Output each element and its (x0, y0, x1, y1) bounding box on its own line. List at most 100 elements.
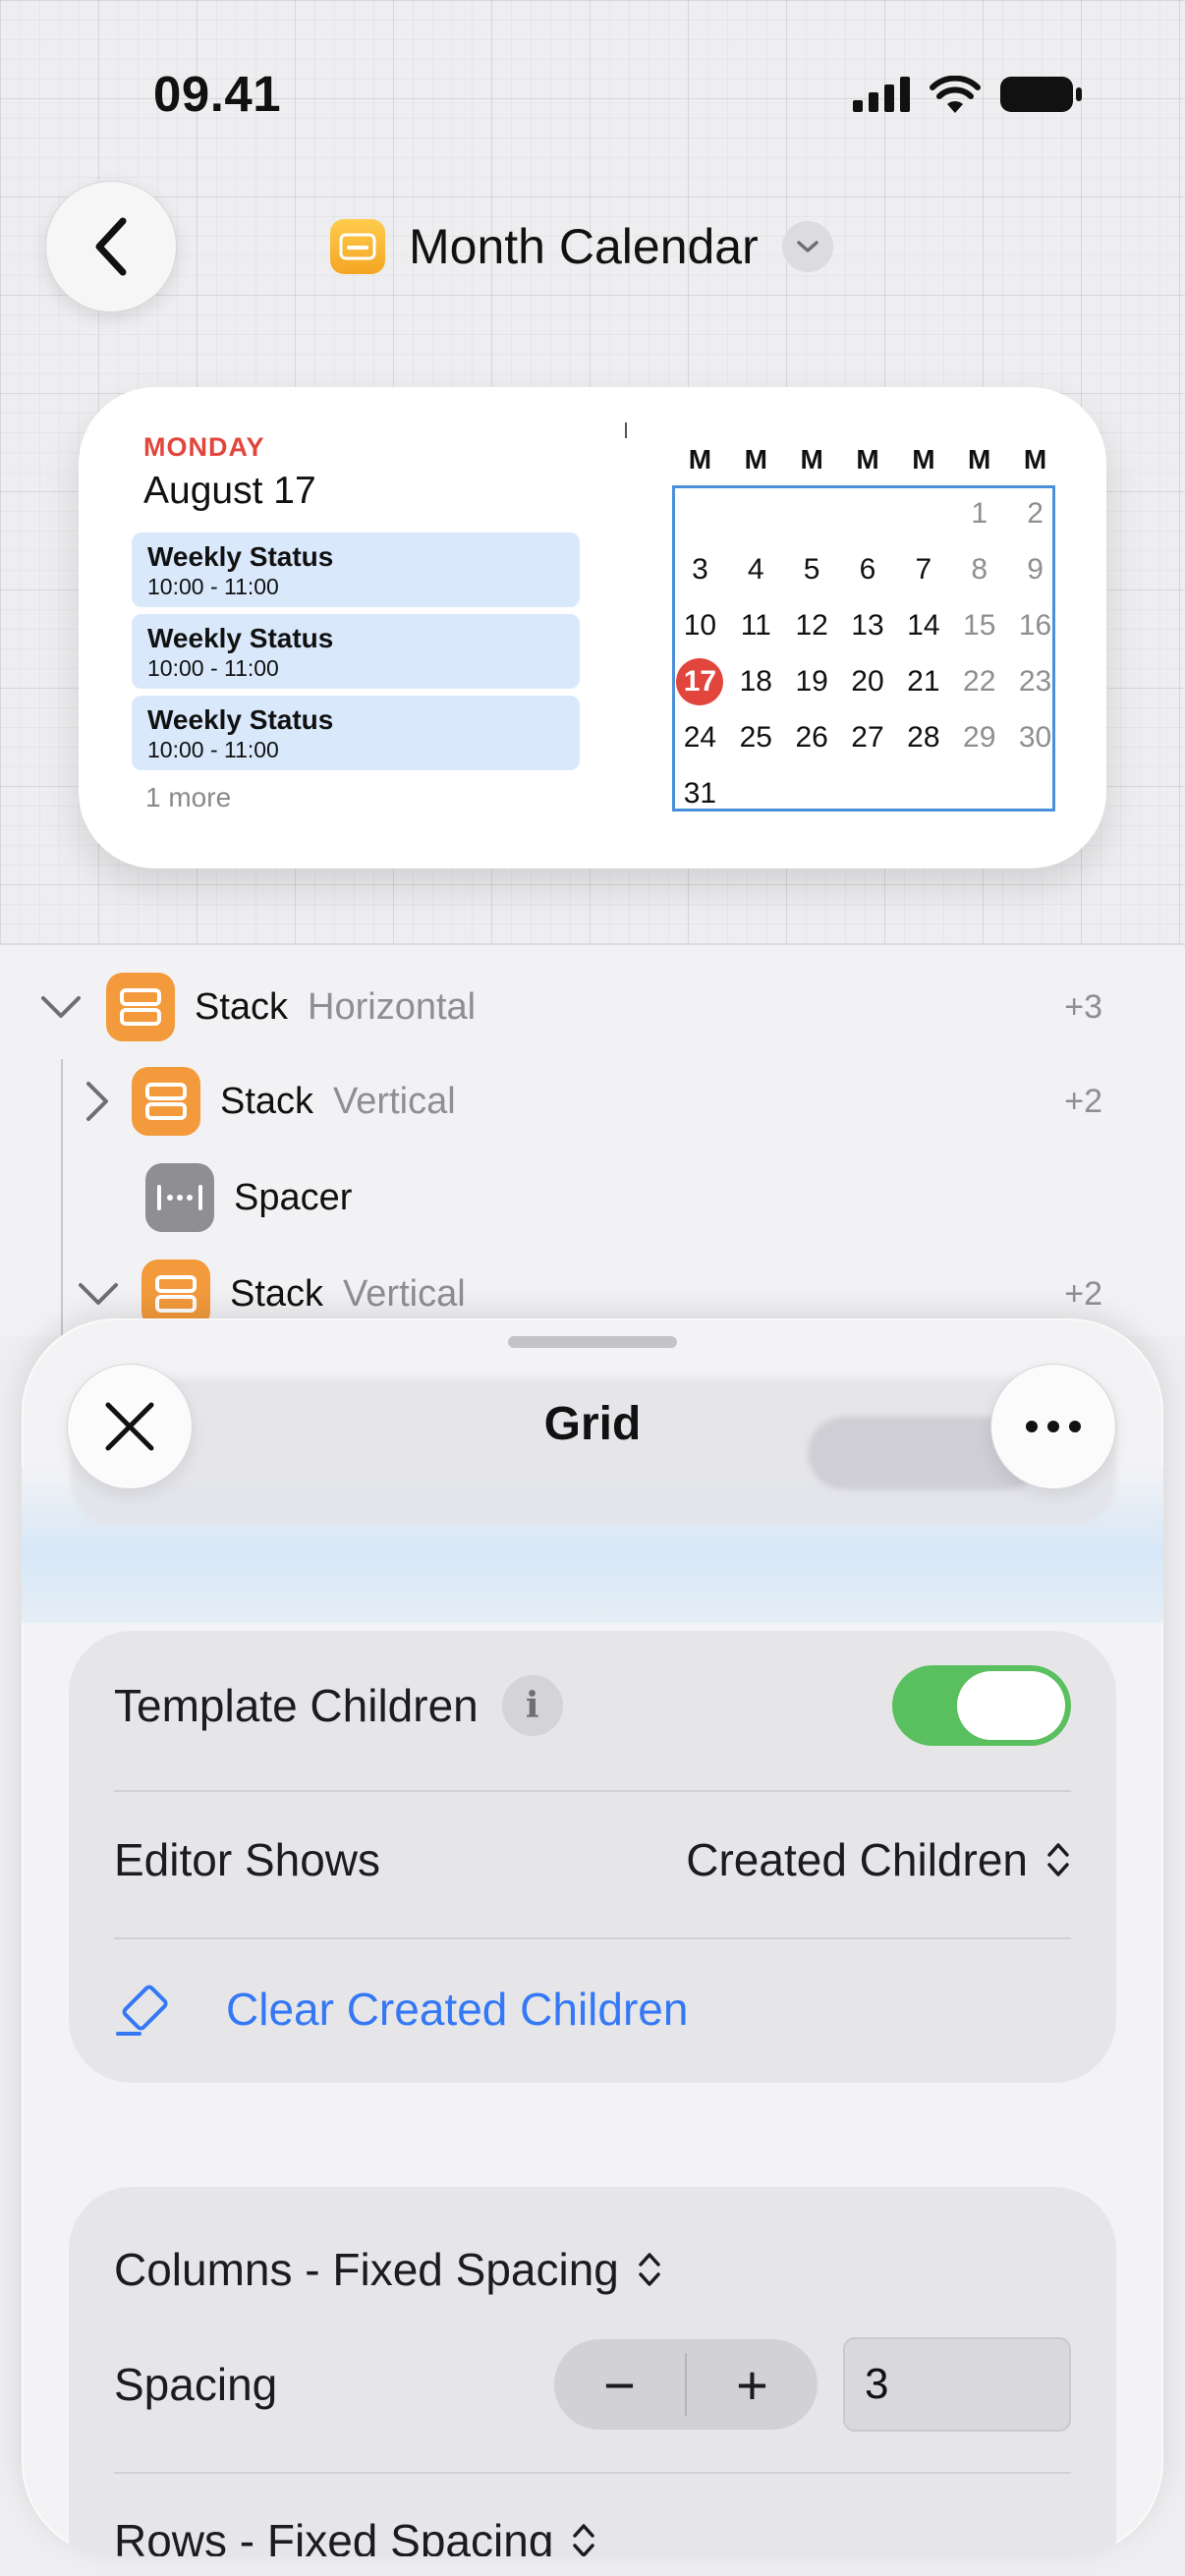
weekday-header: M (968, 444, 991, 475)
template-children-group: Template Children i Editor Shows Created… (69, 1631, 1116, 2083)
back-button[interactable] (45, 181, 177, 312)
tree-item-name: Spacer (234, 1176, 353, 1218)
chevron-left-icon (95, 217, 127, 276)
rows-mode-label: Rows - Fixed Spacing (114, 2515, 554, 2556)
chevron-down-icon[interactable] (75, 1279, 122, 1309)
stack-icon (106, 973, 175, 1041)
calendar-day: 31 (683, 776, 717, 810)
calendar-empty-cell (728, 765, 784, 821)
calendar-widget-preview[interactable]: MONDAY August 17 Weekly Status 10:00 - 1… (79, 387, 1106, 868)
chevron-up-down-icon (573, 2524, 595, 2556)
divider (114, 1790, 1071, 1792)
calendar-day: 17 (672, 653, 728, 709)
wifi-icon (930, 76, 981, 113)
ellipsis-icon (1026, 1421, 1081, 1432)
weekday-header: M (912, 444, 935, 475)
template-children-toggle[interactable] (892, 1665, 1071, 1746)
calendar-empty-cell (895, 485, 951, 541)
calendar-day: 18 (739, 664, 772, 698)
editor-shows-value: Created Children (686, 1834, 1028, 1885)
event-time: 10:00 - 11:00 (147, 574, 279, 599)
calendar-day: 5 (803, 552, 820, 586)
more-options-button[interactable] (990, 1364, 1116, 1489)
grid-spacing-group: Columns - Fixed Spacing Spacing − + 3 Ro… (69, 2187, 1116, 2556)
widget-app-icon (330, 219, 385, 274)
calendar-day: 16 (1018, 608, 1052, 642)
calendar-day: 12 (795, 608, 828, 642)
sheet-grabber[interactable] (508, 1336, 677, 1348)
calendar-empty-cell (728, 485, 784, 541)
divider (114, 2472, 1071, 2474)
spacing-value-field[interactable]: 3 (843, 2337, 1071, 2432)
calendar-day: 19 (795, 664, 828, 698)
calendar-empty-cell (672, 485, 728, 541)
event-title: Weekly Status (147, 623, 334, 653)
chevron-down-icon[interactable] (781, 221, 833, 272)
editor-shows-picker[interactable]: Created Children (686, 1833, 1071, 1886)
calendar-day: 30 (1018, 720, 1052, 754)
stack-icon (132, 1067, 200, 1136)
calendar-day: 8 (971, 552, 988, 586)
eraser-icon (116, 1985, 168, 2036)
calendar-empty-cell (895, 765, 951, 821)
event-card: Weekly Status 10:00 - 11:00 (132, 696, 580, 770)
chevron-right-icon[interactable] (83, 1078, 112, 1125)
event-time: 10:00 - 11:00 (147, 737, 279, 762)
calendar-day: 10 (683, 608, 717, 642)
divider-tick (625, 422, 627, 438)
widget-weekday: MONDAY (143, 432, 265, 462)
calendar-empty-cell (840, 765, 896, 821)
increment-button[interactable]: + (687, 2339, 818, 2430)
calendar-day: 23 (1018, 664, 1052, 698)
rows-mode-picker[interactable]: Rows - Fixed Spacing (114, 2492, 1071, 2556)
month-grid: 1 2 3 4 5 6 7 8 9 10 11 12 13 14 15 16 17 18 19 20 21 22 23 24 2… (672, 485, 1063, 821)
calendar-day: 14 (907, 608, 940, 642)
status-time: 09.41 (153, 66, 282, 122)
chevron-up-down-icon (1047, 1843, 1069, 1876)
spacing-stepper[interactable]: − + (554, 2339, 818, 2430)
decrement-button[interactable]: − (554, 2339, 685, 2430)
calendar-empty-cell (951, 765, 1007, 821)
tree-row-stack-horizontal[interactable]: Stack Horizontal +3 (37, 973, 1148, 1041)
info-icon[interactable]: i (501, 1675, 563, 1736)
tree-item-detail: Vertical (343, 1272, 466, 1315)
grid-inspector-sheet[interactable]: Grid Template Children i Editor Shows Cr… (22, 1318, 1163, 2556)
editor-shows-label: Editor Shows (114, 1834, 381, 1885)
divider (114, 1937, 1071, 1939)
columns-mode-picker[interactable]: Columns - Fixed Spacing (114, 2220, 1071, 2319)
chevron-down-icon[interactable] (37, 992, 85, 1022)
canvas: 09.41 Month Calendar MONDAY August 17 We… (0, 0, 1185, 943)
calendar-day: 6 (859, 552, 876, 586)
weekday-header: M (688, 444, 712, 475)
title-menu[interactable]: Month Calendar (330, 218, 833, 275)
calendar-day: 22 (963, 664, 996, 698)
tree-item-detail: Vertical (333, 1080, 456, 1122)
signal-icon (853, 77, 910, 112)
status-icons (853, 75, 1083, 114)
columns-mode-label: Columns - Fixed Spacing (114, 2244, 619, 2295)
weekday-header: M (800, 444, 823, 475)
calendar-empty-cell (840, 485, 896, 541)
calendar-empty-cell (784, 485, 840, 541)
today-marker: 17 (676, 657, 724, 705)
tree-item-name: Stack (195, 985, 289, 1028)
clear-created-children-label: Clear Created Children (226, 1984, 689, 2035)
calendar-empty-cell (1007, 765, 1063, 821)
tree-item-count: +2 (1064, 1082, 1102, 1120)
editor-shows-row[interactable]: Editor Shows Created Children (114, 1806, 1071, 1914)
calendar-day: 4 (747, 552, 764, 586)
template-children-row: Template Children i (114, 1665, 1071, 1746)
clear-created-children-button[interactable]: Clear Created Children (114, 1955, 1071, 2063)
tree-row-stack-vertical[interactable]: Stack Vertical +2 (83, 1067, 1148, 1136)
calendar-day: 20 (851, 664, 884, 698)
calendar-day: 3 (692, 552, 708, 586)
calendar-day: 1 (971, 496, 988, 530)
calendar-day: 25 (739, 720, 772, 754)
calendar-day: 28 (907, 720, 940, 754)
toggle-knob (957, 1671, 1065, 1740)
weekday-header: M (744, 444, 767, 475)
tree-row-spacer[interactable]: Spacer (145, 1163, 1148, 1232)
spacing-label: Spacing (114, 2359, 278, 2410)
spacing-row: Spacing − + 3 (114, 2330, 1071, 2438)
calendar-empty-cell (784, 765, 840, 821)
